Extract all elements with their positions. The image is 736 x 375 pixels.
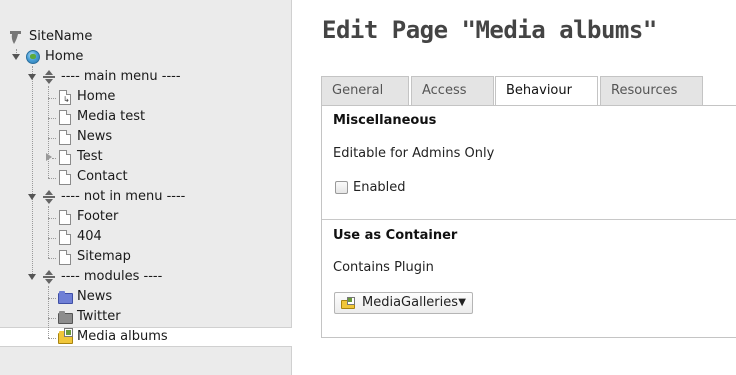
tree-label: ---- not in menu ----: [61, 189, 186, 204]
tree-label: Media albums: [77, 329, 168, 344]
tree-node-spacer-not-in-menu[interactable]: ---- not in menu ----: [0, 187, 290, 207]
section-title-miscellaneous: Miscellaneous: [333, 113, 437, 128]
tree-label: 404: [77, 229, 102, 244]
collapse-toggle-icon[interactable]: [12, 54, 20, 60]
tree-node-page[interactable]: Test: [0, 147, 290, 167]
edit-page-content: Edit Page "Media albums" General Access …: [292, 0, 736, 375]
tree-node-root[interactable]: SiteName: [0, 27, 290, 47]
tree-label: SiteName: [29, 29, 93, 44]
page-tree: SiteName Home ---- main menu ---- ↳ Home…: [0, 0, 292, 375]
tree-label: Sitemap: [77, 249, 131, 264]
page-icon: [59, 170, 71, 185]
page-icon: [59, 110, 71, 125]
tree-node-module[interactable]: News: [0, 287, 290, 307]
collapse-toggle-icon[interactable]: [28, 194, 36, 200]
tree-label: Media test: [77, 109, 146, 124]
tab-resources[interactable]: Resources: [600, 76, 703, 106]
tree-node-page[interactable]: Sitemap: [0, 247, 290, 267]
spacer-icon: [42, 190, 56, 204]
tree-label: Twitter: [77, 309, 121, 324]
tree-node-page[interactable]: Contact: [0, 167, 290, 187]
site-logo-icon: [10, 31, 21, 44]
expand-toggle-icon[interactable]: [46, 153, 52, 161]
tree-node-page[interactable]: News: [0, 127, 290, 147]
section-divider: [322, 219, 736, 220]
folder-twitter-icon: [58, 311, 73, 324]
tab-behaviour[interactable]: Behaviour: [495, 76, 598, 107]
page-title: Edit Page "Media albums": [322, 16, 657, 44]
tree-node-home[interactable]: Home: [0, 47, 290, 67]
tree-node-page[interactable]: Footer: [0, 207, 290, 227]
media-image-icon: [64, 328, 73, 337]
contains-plugin-select[interactable]: MediaGalleries ▼: [334, 292, 473, 314]
behaviour-panel: Miscellaneous Editable for Admins Only E…: [321, 105, 736, 338]
page-icon: [59, 210, 71, 225]
tree-label: Test: [77, 149, 103, 164]
tree-node-module-selected[interactable]: Media albums: [0, 327, 290, 347]
page-icon: [59, 130, 71, 145]
section-title-use-as-container: Use as Container: [333, 228, 458, 243]
page-icon: [59, 230, 71, 245]
editable-label: Editable for Admins Only: [333, 146, 495, 161]
contains-plugin-label: Contains Plugin: [333, 260, 434, 275]
dropdown-caret-icon: ▼: [458, 297, 466, 308]
tab-access[interactable]: Access: [411, 76, 494, 106]
page-icon: [59, 250, 71, 265]
folder-media-icon: [341, 297, 356, 309]
tree-label: Contact: [77, 169, 128, 184]
select-value: MediaGalleries: [362, 295, 459, 310]
tree-node-module[interactable]: Twitter: [0, 307, 290, 327]
tree-node-page[interactable]: Media test: [0, 107, 290, 127]
page-icon: [59, 150, 71, 165]
tree-label: Home: [77, 89, 116, 104]
tree-label: ---- main menu ----: [61, 69, 181, 84]
tree-label: ---- modules ----: [61, 269, 163, 284]
spacer-icon: [42, 270, 56, 284]
tab-general[interactable]: General: [321, 76, 409, 106]
tree-node-page[interactable]: ↳ Home: [0, 87, 290, 107]
spacer-icon: [42, 70, 56, 84]
tree-label: Footer: [77, 209, 119, 224]
folder-news-icon: [58, 291, 73, 304]
enabled-checkbox[interactable]: [335, 181, 348, 194]
enabled-label: Enabled: [353, 180, 406, 195]
tree-label: Home: [45, 49, 84, 64]
collapse-toggle-icon[interactable]: [28, 274, 36, 280]
collapse-toggle-icon[interactable]: [28, 74, 36, 80]
tree-label: News: [77, 129, 113, 144]
tree-node-spacer-modules[interactable]: ---- modules ----: [0, 267, 290, 287]
globe-icon: [26, 50, 40, 64]
tree-node-spacer-main-menu[interactable]: ---- main menu ----: [0, 67, 290, 87]
shortcut-arrow-icon: ↳: [63, 95, 70, 104]
tree-node-page[interactable]: 404: [0, 227, 290, 247]
tree-label: News: [77, 289, 113, 304]
